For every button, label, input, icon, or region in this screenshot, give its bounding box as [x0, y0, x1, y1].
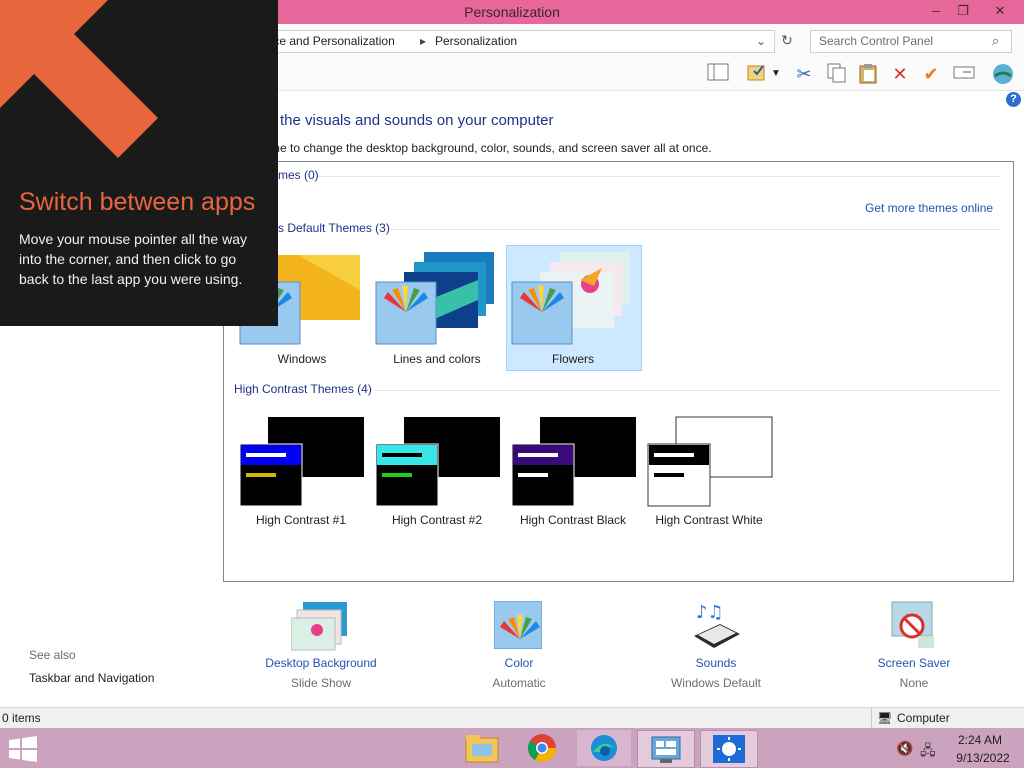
- theme-hc-white-label: High Contrast White: [655, 513, 763, 527]
- network-icon[interactable]: 🖧: [920, 740, 936, 764]
- clock-date[interactable]: 9/13/2022: [950, 751, 1016, 765]
- check-icon[interactable]: ✔: [918, 62, 944, 86]
- color-icon[interactable]: [493, 600, 543, 650]
- see-also-heading: See also: [29, 648, 76, 662]
- view-icon[interactable]: [705, 62, 731, 86]
- my-themes-label: mes (0): [278, 168, 319, 182]
- sounds-icon[interactable]: ♪♫: [690, 600, 742, 650]
- status-bar: 0 items 🖥 Computer: [0, 707, 1024, 729]
- volume-muted-icon[interactable]: 🔇: [896, 740, 913, 757]
- delete-icon[interactable]: ✕: [887, 62, 913, 86]
- theme-windows-label: Windows: [277, 352, 327, 366]
- minimize-button[interactable]: –: [921, 0, 951, 22]
- dropdown-arrow-icon[interactable]: ▼: [768, 62, 784, 86]
- sounds-value: Windows Default: [670, 676, 762, 690]
- color-link[interactable]: Color: [439, 656, 599, 670]
- get-more-themes-link[interactable]: Get more themes online: [865, 201, 993, 215]
- breadcrumb-separator-icon: ▸: [420, 34, 427, 48]
- color-value: Automatic: [492, 676, 546, 690]
- tip-text: Move your mouse pointer all the way into…: [19, 231, 247, 287]
- close-button[interactable]: ✕: [985, 0, 1015, 22]
- edge-icon[interactable]: [577, 730, 631, 766]
- theme-flowers-label: Flowers: [551, 352, 594, 366]
- search-icon[interactable]: ⌕: [992, 33, 999, 49]
- divider: [375, 390, 1000, 391]
- paste-icon[interactable]: [855, 62, 881, 86]
- high-contrast-themes-label: High Contrast Themes (4): [234, 382, 372, 396]
- help-icon[interactable]: ?: [1006, 92, 1021, 107]
- desktop-background-value: Slide Show: [290, 676, 352, 690]
- theme-flowers[interactable]: [510, 250, 636, 350]
- computer-icon: 🖥: [877, 711, 893, 725]
- taskbar-navigation-link[interactable]: Taskbar and Navigation: [29, 671, 154, 685]
- taskbar: [0, 728, 1024, 768]
- theme-high-contrast-1[interactable]: [238, 416, 368, 508]
- rename-icon[interactable]: [951, 62, 977, 86]
- screen-saver-link[interactable]: Screen Saver: [834, 656, 994, 670]
- theme-high-contrast-white[interactable]: [646, 416, 776, 508]
- globe-icon[interactable]: [990, 62, 1016, 86]
- page-description: me to change the desktop background, col…: [270, 141, 712, 155]
- screen-saver-value: None: [899, 676, 929, 690]
- search-input[interactable]: Search Control Panel ⌕: [810, 30, 1012, 53]
- desktop-background-icon[interactable]: [290, 600, 351, 652]
- desktop-background-link[interactable]: Desktop Background: [241, 656, 401, 670]
- switch-apps-tip: Switch between apps Move your mouse poin…: [0, 0, 278, 326]
- clock-time[interactable]: 2:24 AM: [950, 733, 1010, 747]
- address-bar[interactable]: rance and Personalization ▸ Personalizat…: [255, 30, 775, 53]
- search-placeholder: Search Control Panel: [819, 34, 934, 48]
- start-button[interactable]: [8, 736, 38, 762]
- restore-button[interactable]: ❐: [948, 0, 978, 22]
- refresh-icon[interactable]: ↻: [776, 30, 798, 51]
- personalization-taskbar-icon[interactable]: [700, 730, 758, 768]
- tip-title: Switch between apps: [19, 188, 256, 216]
- chrome-icon[interactable]: [522, 730, 562, 766]
- theme-high-contrast-2[interactable]: [374, 416, 504, 508]
- screen-saver-icon[interactable]: [888, 600, 940, 650]
- location-label: Computer: [897, 711, 950, 725]
- theme-hc2-label: High Contrast #2: [391, 513, 483, 527]
- control-panel-taskbar-icon[interactable]: [637, 730, 695, 768]
- breadcrumb-personalization[interactable]: Personalization: [435, 34, 517, 48]
- theme-hc-black-label: High Contrast Black: [519, 513, 627, 527]
- file-explorer-icon[interactable]: [462, 730, 502, 766]
- theme-lines-label: Lines and colors: [393, 352, 481, 366]
- theme-high-contrast-black[interactable]: [510, 416, 640, 508]
- cut-icon[interactable]: ✂: [791, 62, 817, 86]
- theme-lines-and-colors[interactable]: [374, 250, 500, 350]
- chevron-down-icon[interactable]: ⌄: [756, 34, 766, 48]
- default-themes-label: s Default Themes (3): [278, 221, 390, 235]
- copy-icon[interactable]: [823, 62, 849, 86]
- divider: [318, 176, 1000, 177]
- page-heading: the visuals and sounds on your computer: [280, 112, 554, 129]
- divider: [390, 229, 1000, 230]
- sounds-link[interactable]: Sounds: [636, 656, 796, 670]
- theme-hc1-label: High Contrast #1: [255, 513, 347, 527]
- divider: [871, 708, 872, 729]
- corner-arrow-icon: [0, 0, 170, 160]
- item-count: 0 items: [2, 711, 41, 725]
- svg-text:♪♫: ♪♫: [696, 602, 724, 623]
- properties-icon[interactable]: [744, 62, 770, 86]
